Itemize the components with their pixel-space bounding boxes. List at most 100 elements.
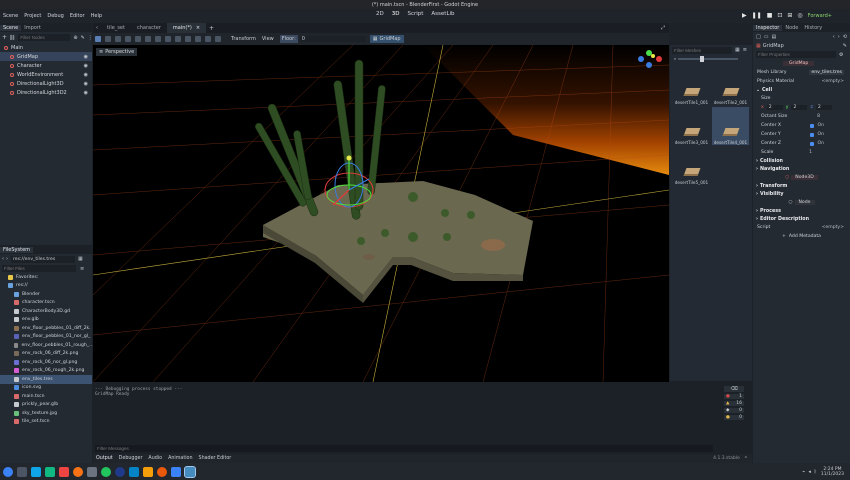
group-icon[interactable]	[155, 36, 161, 42]
workspace-3d[interactable]: 3D	[392, 11, 400, 17]
center-y-toggle[interactable]: On	[810, 132, 824, 137]
file-row[interactable]: env_rock_06_nor_gl.png	[0, 358, 92, 367]
script-attach-icon[interactable]: ✎	[81, 35, 85, 41]
pause-icon[interactable]: ❚❚	[752, 12, 762, 19]
clock[interactable]: 2:24 PM 11/1/2023	[821, 467, 844, 477]
section-editor-description[interactable]: › Editor Description	[753, 215, 850, 223]
instance-icon[interactable]: ⊕	[73, 35, 77, 41]
workspace-script[interactable]: Script	[407, 11, 423, 17]
visibility-eye-icon[interactable]: ◉	[84, 90, 88, 96]
mesh-item[interactable]: desertTile1_001	[673, 67, 710, 105]
bottom-panel-toggle-icon[interactable]: ⌃	[744, 456, 748, 462]
stop-icon[interactable]: ■	[767, 12, 773, 19]
sun-icon[interactable]	[195, 36, 201, 42]
visibility-eye-icon[interactable]: ◉	[84, 72, 88, 78]
file-row[interactable]: Blender	[0, 290, 92, 299]
tab-shader-editor[interactable]: Shader Editor	[199, 456, 232, 461]
open-resource-icon[interactable]: ▭	[764, 34, 769, 40]
section-process[interactable]: › Process	[753, 207, 850, 215]
mesh-item[interactable]: desertTile4_001	[712, 107, 749, 145]
sort-icon[interactable]: ≡	[80, 266, 84, 272]
play-icon[interactable]: ▶	[742, 12, 747, 19]
file-row[interactable]: env.glb	[0, 316, 92, 325]
file-row[interactable]: env_floor_pebbles_01_rough_..	[0, 341, 92, 350]
clear-output-icon[interactable]: ⌫	[724, 386, 744, 392]
tab-inspector[interactable]: Inspector	[753, 24, 783, 31]
split-view-icon[interactable]: ▦	[78, 256, 83, 262]
script-value[interactable]: <empty>	[822, 225, 844, 230]
scene-tree-row[interactable]: Main	[0, 43, 92, 52]
size-y-input[interactable]: 2	[791, 105, 808, 110]
godot-app-icon[interactable]	[184, 465, 196, 478]
file-row[interactable]: prickly_pear.glb	[0, 401, 92, 410]
link-icon[interactable]: ⛓	[9, 35, 15, 41]
close-icon[interactable]: ×	[196, 25, 200, 31]
selectable-icon[interactable]	[135, 36, 141, 42]
lock-icon[interactable]	[145, 36, 151, 42]
tab-filesystem[interactable]: FileSystem	[0, 246, 34, 253]
perspective-menu[interactable]: ≡ Perspective	[96, 48, 138, 56]
file-row[interactable]: sky_texture.jpg	[0, 409, 92, 418]
snap-icon[interactable]	[185, 36, 191, 42]
editor-app-icon[interactable]	[171, 466, 181, 477]
tool-icon[interactable]: ✎	[843, 43, 847, 49]
history-icon[interactable]: ⟲	[843, 34, 847, 40]
gridmap-menu[interactable]: ▦ GridMap	[369, 35, 404, 43]
tab-output[interactable]: Output	[96, 456, 113, 461]
size-z-input[interactable]: 2	[815, 105, 832, 110]
select-tool-icon[interactable]	[95, 36, 101, 42]
browser-app-icon[interactable]	[73, 466, 83, 477]
add-metadata-button[interactable]: + Add Metadata	[753, 232, 850, 241]
floor-input[interactable]: 0	[299, 36, 366, 42]
steam-app-icon[interactable]	[115, 466, 125, 477]
filter-files-input[interactable]	[2, 265, 76, 272]
file-row[interactable]: main.tscn	[0, 392, 92, 401]
filter-properties-input[interactable]	[756, 51, 836, 58]
media-app-icon[interactable]	[143, 466, 153, 477]
tab-import[interactable]: Import	[21, 25, 44, 31]
tab-debugger[interactable]: Debugger	[119, 456, 143, 461]
mesh-item[interactable]: desertTile5_001	[673, 147, 710, 185]
file-row[interactable]: env_floor_pebbles_01_nor_gl_	[0, 333, 92, 342]
office-app-icon[interactable]	[59, 466, 69, 477]
warnings-toggle[interactable]: ▲ 16	[724, 401, 744, 406]
more-icon[interactable]	[215, 36, 221, 42]
mesh-library-value[interactable]: env_tiles.tres	[809, 70, 844, 75]
file-row[interactable]: env_floor_pebbles_01_diff_2k.	[0, 324, 92, 333]
scene-tab-main[interactable]: main(*) ×	[166, 23, 207, 33]
scene-tree-row[interactable]: Character ◉	[0, 61, 92, 70]
game-app-icon[interactable]	[101, 466, 111, 477]
workspace-assetlib[interactable]: AssetLib	[431, 11, 454, 17]
add-node-icon[interactable]: +	[2, 34, 7, 41]
forward-icon[interactable]: ›	[6, 256, 8, 262]
chat-app-icon[interactable]	[129, 466, 139, 477]
tab-scene[interactable]: Scene	[0, 24, 22, 31]
new-resource-icon[interactable]: □	[756, 34, 761, 40]
files-app-icon[interactable]	[31, 466, 41, 477]
filesystem-path[interactable]: res://env_tiles.tres	[11, 255, 75, 263]
scene-tree-row[interactable]: GridMap ◉	[0, 52, 92, 61]
menu-scene[interactable]: Scene	[3, 13, 18, 19]
play-scene-icon[interactable]: ⊡	[777, 12, 782, 19]
file-row[interactable]: icon.svg	[0, 384, 92, 393]
back-icon[interactable]: ‹	[2, 256, 4, 262]
workspace-2d[interactable]: 2D	[376, 11, 384, 17]
blender-app-icon[interactable]	[157, 466, 167, 477]
scene-tree-row[interactable]: WorldEnvironment ◉	[0, 70, 92, 79]
section-transform[interactable]: › Transform	[753, 182, 850, 190]
file-row[interactable]: tile_set.tscn	[0, 418, 92, 427]
environment-icon[interactable]	[205, 36, 211, 42]
network-icon[interactable]: ⌁	[802, 469, 805, 475]
scene-tab-character[interactable]: character	[131, 23, 167, 33]
visibility-eye-icon[interactable]: ◉	[84, 81, 88, 87]
scale-value[interactable]: 1	[809, 150, 812, 155]
local-space-icon[interactable]	[175, 36, 181, 42]
errors-toggle[interactable]: ● 1	[724, 394, 744, 399]
scale-tool-icon[interactable]	[125, 36, 131, 42]
filter-messages-input[interactable]	[95, 445, 713, 452]
file-row[interactable]: env_rock_06_diff_2k.png	[0, 350, 92, 359]
file-row[interactable]: res://	[0, 282, 92, 291]
center-z-toggle[interactable]: On	[810, 141, 824, 146]
section-collision[interactable]: › Collision	[753, 157, 850, 165]
scene-tree-row[interactable]: DirectionalLight3D2 ◉	[0, 88, 92, 97]
